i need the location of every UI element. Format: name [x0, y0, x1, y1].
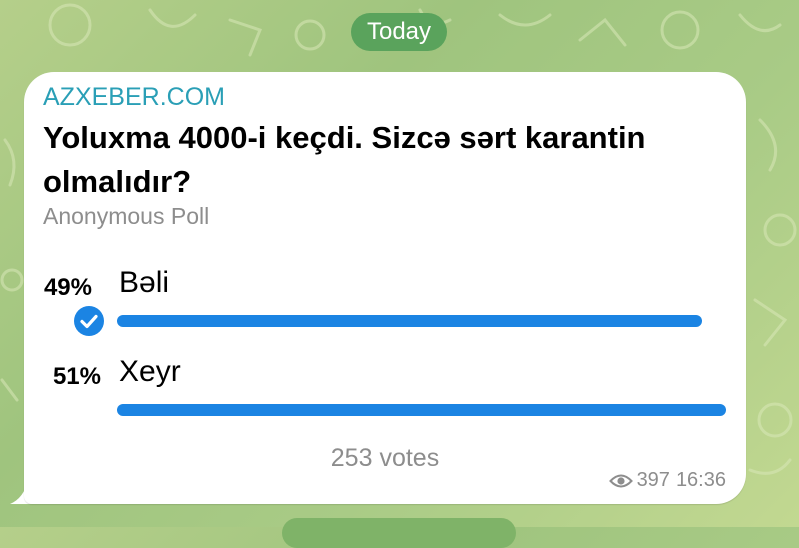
date-separator: Today: [351, 13, 447, 51]
option-percent: 51%: [52, 363, 101, 390]
views-counter: 397: [608, 469, 670, 492]
sender-name[interactable]: AZXEBER.COM: [43, 83, 225, 112]
option-label: Bəli: [119, 266, 170, 299]
option-result-bar: [117, 404, 726, 416]
poll-question: Yoluxma 4000-i keçdi. Sizcə sərt karanti…: [43, 120, 646, 199]
next-date-pill: [282, 518, 516, 548]
poll-type-label: Anonymous Poll: [43, 203, 210, 229]
option-label: Xeyr: [119, 355, 181, 388]
check-circle-icon: [74, 306, 104, 336]
message-time: 16:36: [675, 469, 726, 491]
views-count: 397: [636, 469, 670, 491]
message-meta: 397 16:36: [608, 469, 726, 492]
poll-message-bubble[interactable]: AZXEBER.COM Yoluxma 4000-i keçdi. Sizcə …: [24, 72, 746, 504]
option-result-bar: [117, 315, 702, 327]
eye-icon: [608, 474, 633, 487]
option-percent: 49%: [43, 274, 92, 301]
